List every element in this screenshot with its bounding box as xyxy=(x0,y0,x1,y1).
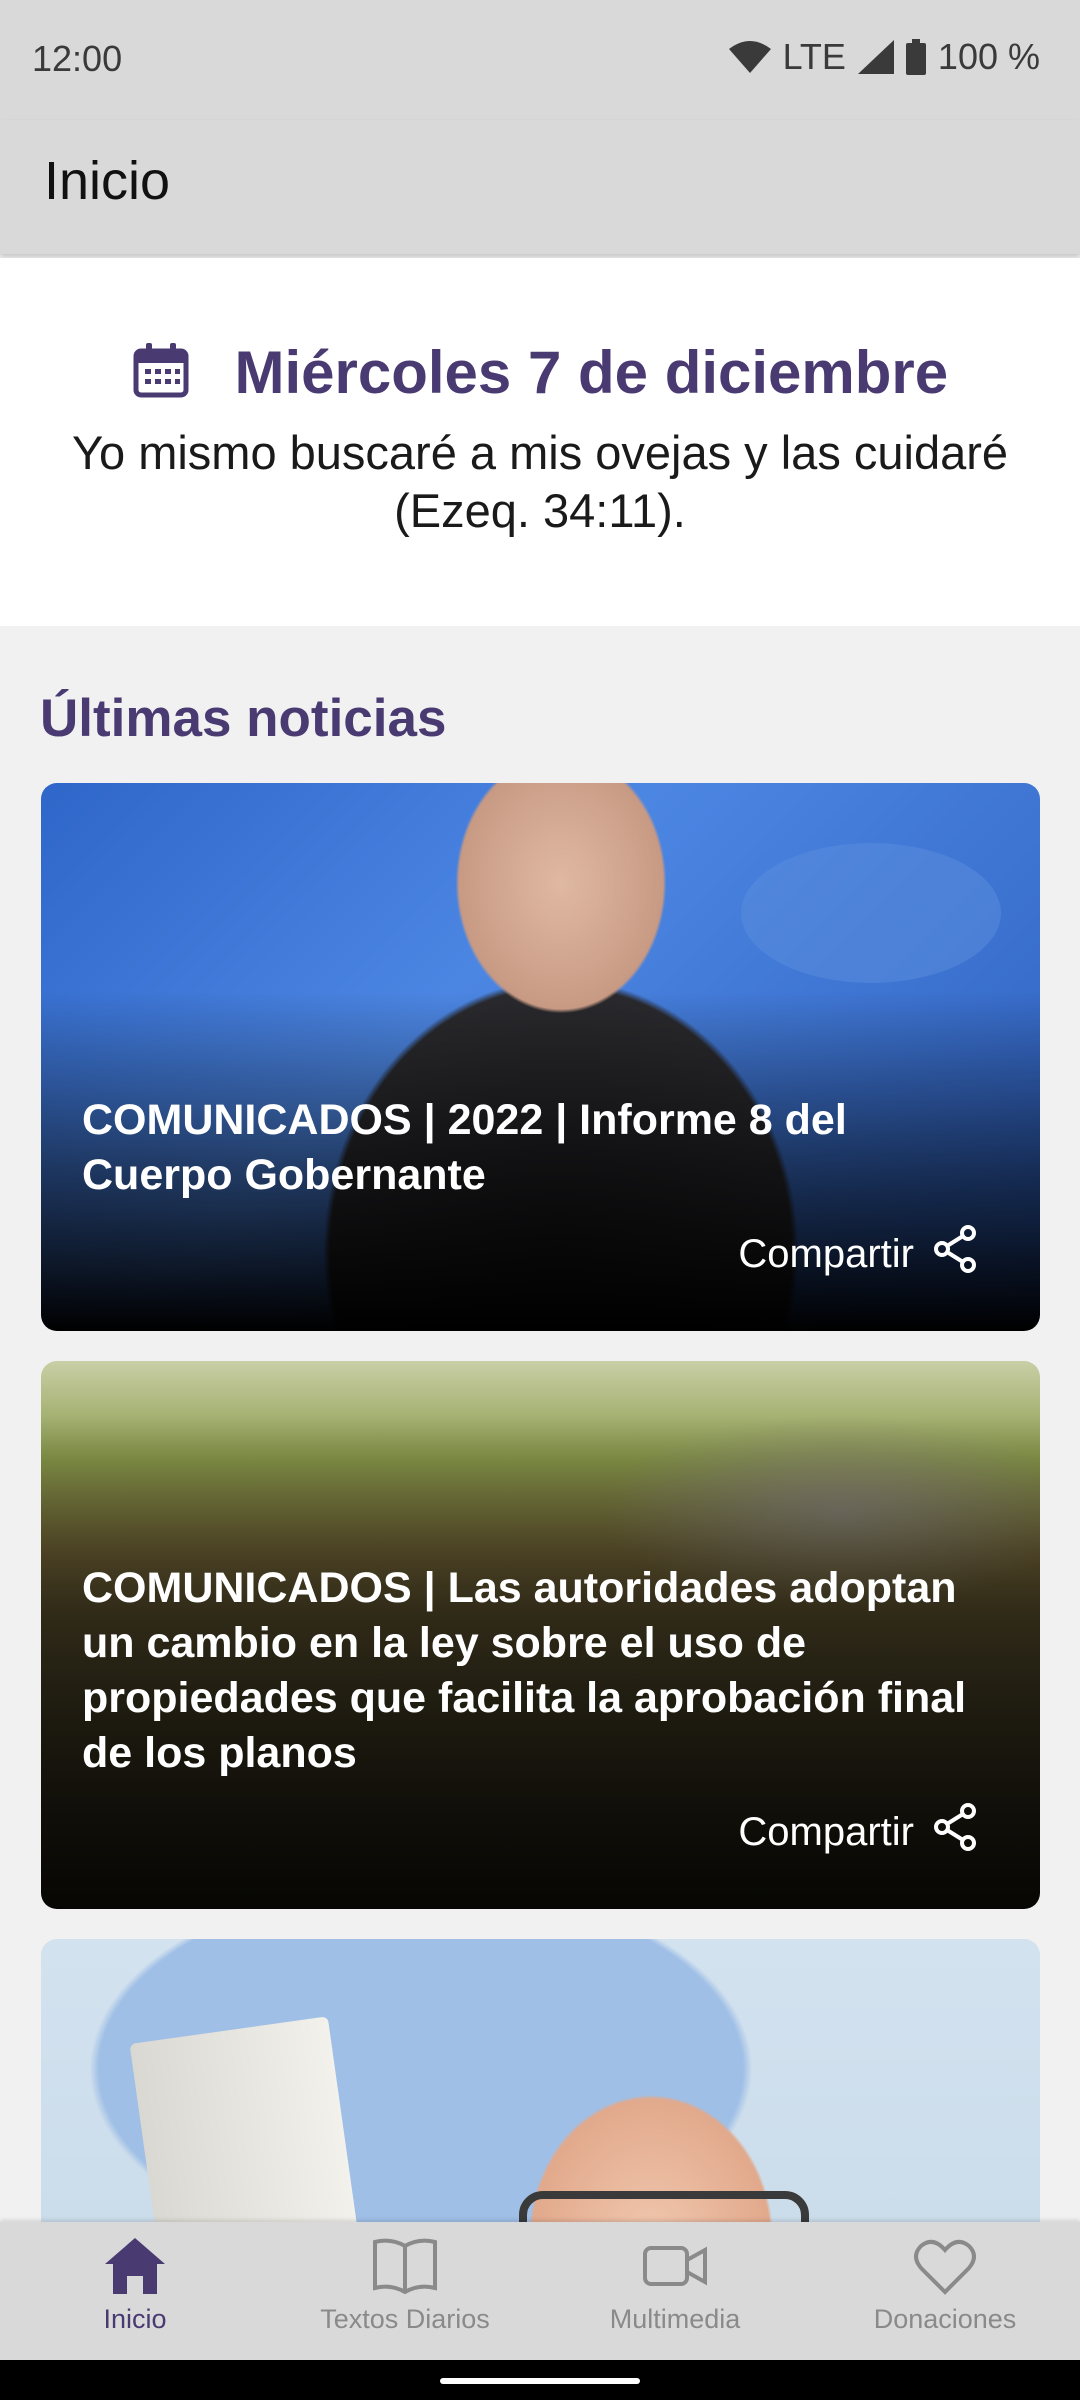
share-button[interactable]: Compartir xyxy=(738,1225,978,1283)
daily-text-date: Miércoles 7 de diciembre xyxy=(234,339,949,406)
nav-label: Donaciones xyxy=(873,2304,1017,2334)
share-icon xyxy=(934,1225,978,1283)
nav-item-donaciones[interactable]: Donaciones xyxy=(810,2222,1080,2360)
nav-label: Multimedia xyxy=(609,2304,741,2334)
nav-item-inicio[interactable]: Inicio xyxy=(0,2222,270,2360)
daily-text-card[interactable]: Miércoles 7 de diciembre Yo mismo buscar… xyxy=(0,258,1080,626)
wifi-icon xyxy=(728,41,771,73)
bottom-nav: Inicio Textos Diarios Multimedia Donacio… xyxy=(0,2222,1080,2360)
battery-icon xyxy=(905,39,926,75)
signal-icon xyxy=(857,40,894,74)
daily-text-date-row: Miércoles 7 de diciembre xyxy=(0,338,1080,407)
battery-level: 100 % xyxy=(937,36,1040,77)
page-title: Inicio xyxy=(44,151,171,211)
calendar-icon xyxy=(132,339,235,406)
share-button[interactable]: Compartir xyxy=(738,1803,978,1861)
heart-icon xyxy=(810,2236,1080,2296)
nav-item-textos-diarios[interactable]: Textos Diarios xyxy=(270,2222,540,2360)
news-section-title: Últimas noticias xyxy=(40,689,447,748)
news-card-title: COMUNICADOS | Las autoridades adoptan un… xyxy=(82,1564,967,1777)
nav-label: Inicio xyxy=(103,2304,167,2334)
network-label: LTE xyxy=(782,36,846,77)
status-time: 12:00 xyxy=(32,38,123,79)
home-icon xyxy=(0,2236,270,2296)
nav-label: Textos Diarios xyxy=(320,2304,490,2334)
book-icon xyxy=(270,2236,540,2296)
news-card[interactable]: COMUNICADOS | 2022 | Informe 8 del Cuerp… xyxy=(41,783,1040,1331)
news-card-title: COMUNICADOS | 2022 | Informe 8 del Cuerp… xyxy=(82,1096,847,1199)
status-bar: 12:00 LTE 100 % xyxy=(0,0,1080,120)
system-gesture-bar xyxy=(0,2360,1080,2400)
news-card[interactable]: COMUNICADOS | Las autoridades adoptan un… xyxy=(41,1361,1040,1909)
status-icons: LTE 100 % xyxy=(728,36,1040,78)
video-icon xyxy=(540,2236,810,2296)
daily-text-verse: Yo mismo buscaré a mis ovejas y las cuid… xyxy=(71,426,1009,537)
app-bar: Inicio xyxy=(0,120,1080,254)
share-label: Compartir xyxy=(738,1231,914,1276)
share-icon xyxy=(934,1803,978,1861)
share-label: Compartir xyxy=(738,1809,914,1854)
nav-item-multimedia[interactable]: Multimedia xyxy=(540,2222,810,2360)
home-gesture-handle[interactable] xyxy=(440,2378,640,2384)
card-image-detail xyxy=(741,843,1001,983)
